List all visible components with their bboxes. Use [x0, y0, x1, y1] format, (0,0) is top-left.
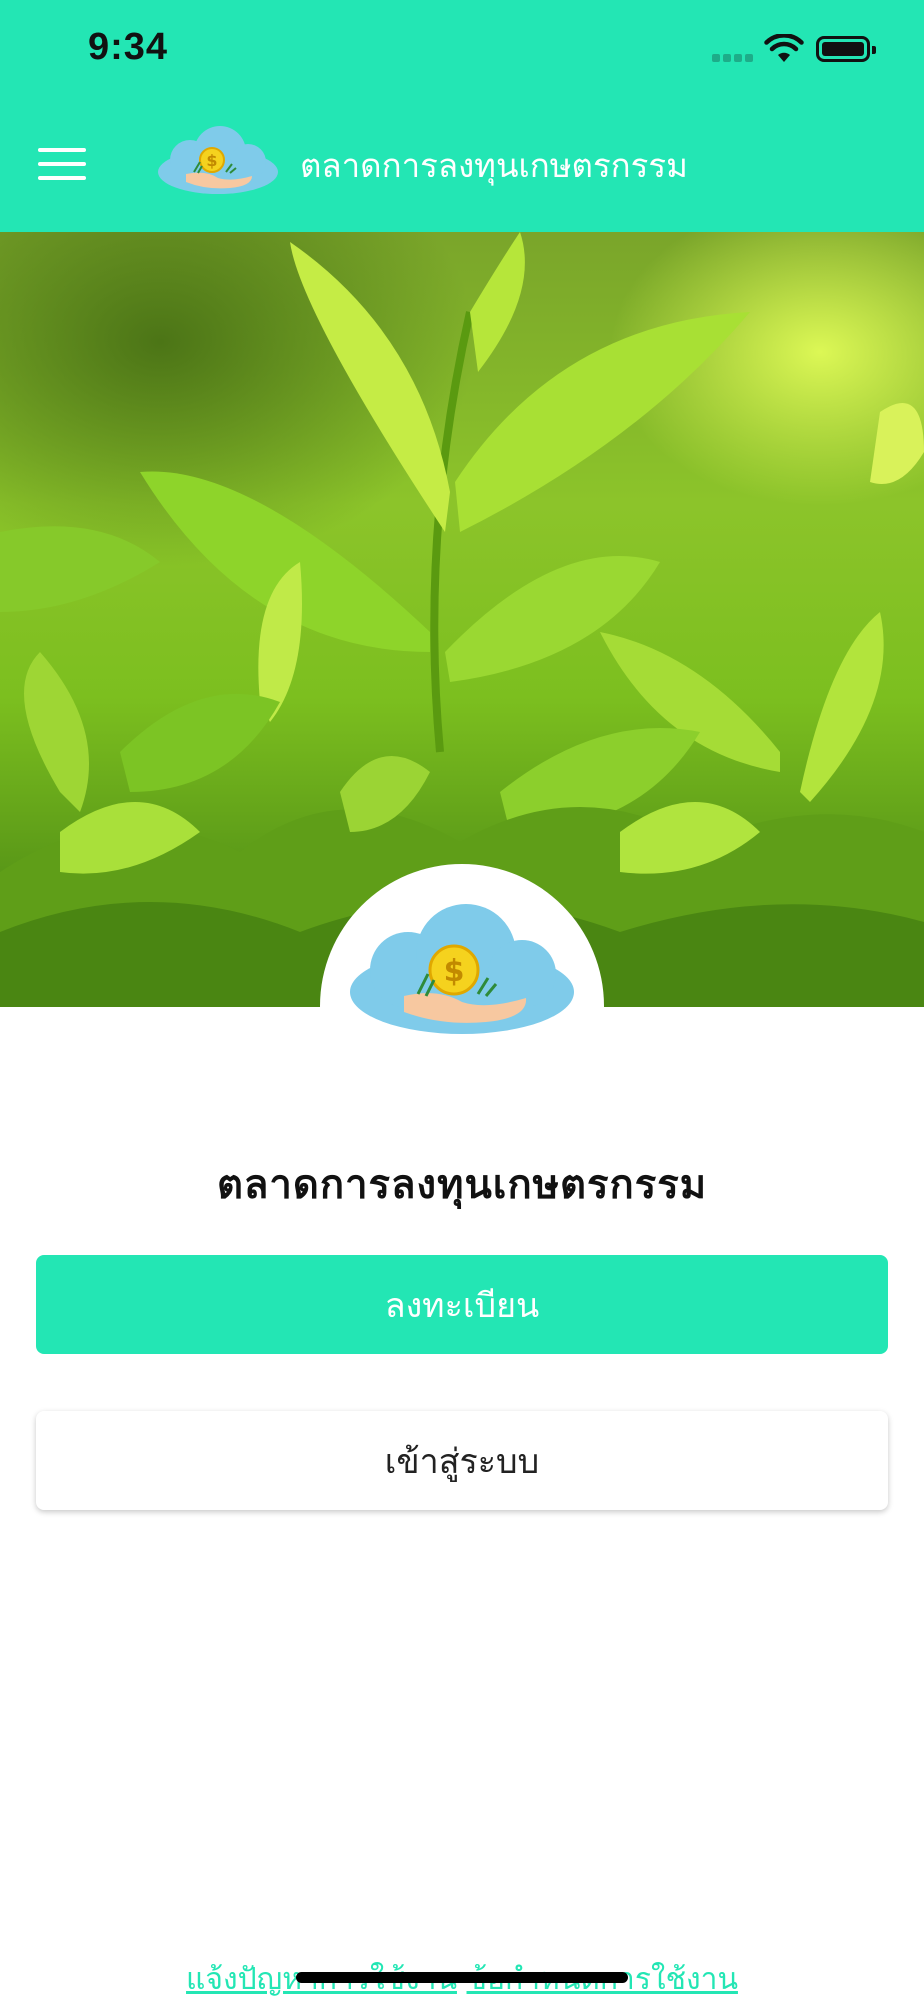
battery-icon	[816, 36, 876, 62]
app-header: 9:34 $ ตลาดการลงทุนเกษตรกรรม	[0, 0, 924, 232]
app-logo-icon: $	[158, 126, 278, 194]
hamburger-menu-icon[interactable]	[38, 148, 86, 182]
svg-text:$: $	[444, 954, 465, 989]
svg-text:$: $	[206, 151, 217, 170]
status-time: 9:34	[88, 26, 169, 68]
header-title: ตลาดการลงทุนเกษตรกรรม	[300, 146, 688, 185]
home-indicator[interactable]	[296, 1972, 628, 1983]
login-button[interactable]: เข้าสู่ระบบ	[36, 1411, 888, 1510]
wifi-icon	[764, 34, 804, 62]
page-title: ตลาดการลงทุนเกษตรกรรม	[216, 1162, 708, 1208]
register-button[interactable]: ลงทะเบียน	[36, 1255, 888, 1354]
cellular-signal-icon	[712, 54, 756, 62]
app-logo-icon: $	[350, 904, 574, 1034]
